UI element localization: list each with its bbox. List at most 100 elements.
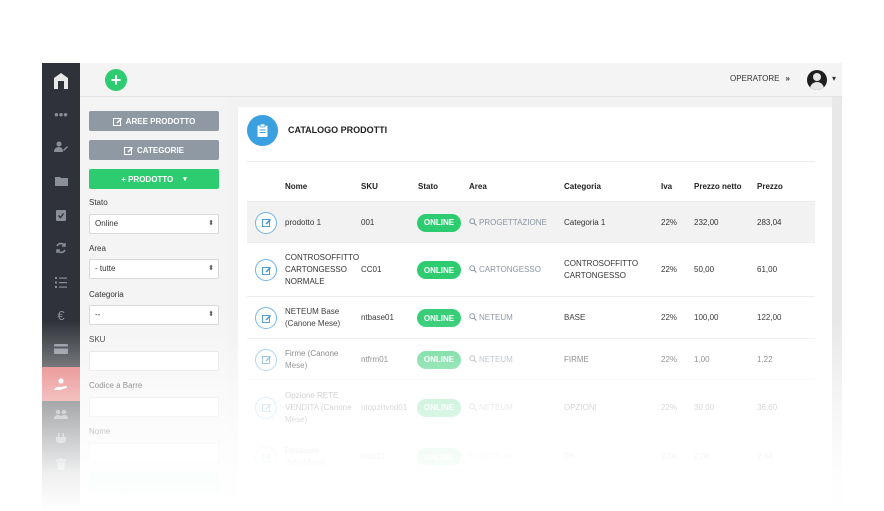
sku-input[interactable] bbox=[89, 351, 219, 371]
euro-icon[interactable]: € bbox=[42, 304, 80, 326]
search-icon bbox=[469, 452, 477, 460]
app-window: ••• € + OPERATORE » ▾ AREE PRODOTTO CATE… bbox=[42, 63, 842, 511]
search-icon bbox=[469, 217, 477, 226]
col-header-area[interactable]: Area bbox=[469, 182, 487, 191]
cell-sku: CC01 bbox=[361, 265, 382, 274]
cell-iva: 22% bbox=[661, 313, 678, 322]
cell-prezzo-netto: 232,00 bbox=[694, 217, 719, 227]
cell-prezzo: 61,00 bbox=[757, 265, 778, 274]
area-value: NETEUM bbox=[479, 452, 513, 461]
status-badge: ONLINE bbox=[417, 448, 461, 466]
divider bbox=[247, 161, 815, 162]
cell-area[interactable]: CARTONGESSO bbox=[469, 264, 561, 276]
add-prodotto-button[interactable]: + PRODOTTO ▾ bbox=[89, 169, 219, 189]
cell-sku: ntbase01 bbox=[361, 313, 394, 322]
sku-label: SKU bbox=[89, 335, 106, 344]
credit-card-icon[interactable] bbox=[42, 338, 80, 360]
col-header-iva[interactable]: Iva bbox=[661, 182, 672, 191]
cell-iva: 22% bbox=[661, 402, 678, 412]
clipboard-check-icon[interactable] bbox=[42, 204, 80, 226]
cell-categoria: BASE bbox=[564, 313, 586, 322]
folder-icon[interactable] bbox=[42, 170, 80, 192]
cell-area[interactable]: NETEUM bbox=[469, 312, 561, 324]
list-ordered-icon[interactable] bbox=[42, 271, 80, 293]
select-arrows-icon: ⬍ bbox=[208, 220, 214, 227]
clipboard-icon bbox=[247, 115, 278, 146]
area-value: NETEUM bbox=[479, 313, 513, 322]
chevron-down-icon[interactable]: ▾ bbox=[832, 74, 836, 83]
cell-area[interactable]: PROGETTAZIONE bbox=[469, 217, 561, 229]
cell-iva: 22% bbox=[661, 265, 678, 274]
nome-input[interactable] bbox=[89, 443, 219, 463]
trash-icon[interactable] bbox=[42, 453, 80, 475]
categoria-select[interactable]: -- ⬍ bbox=[89, 305, 219, 325]
operator-menu[interactable]: OPERATORE » bbox=[730, 74, 790, 83]
stato-value: Online bbox=[95, 219, 119, 228]
col-header-stato[interactable]: Stato bbox=[418, 182, 438, 191]
avatar[interactable] bbox=[807, 70, 827, 90]
table-row[interactable]: Database (Info/Mese) ntdb01 DB 22% 2,00 2,44 O… bbox=[247, 434, 815, 478]
table-row[interactable]: prodotto 1 001 Categoria 1 22% 232,00 283,04 O… bbox=[247, 201, 815, 242]
users-icon[interactable] bbox=[42, 403, 80, 425]
search-button[interactable] bbox=[89, 473, 219, 493]
col-header-prezzo[interactable]: Prezzo bbox=[757, 182, 783, 191]
refresh-icon[interactable] bbox=[42, 237, 80, 259]
status-badge: ONLINE bbox=[417, 398, 461, 417]
categoria-value: -- bbox=[95, 310, 101, 319]
caret-down-icon: ▾ bbox=[183, 176, 187, 183]
select-arrows-icon: ⬍ bbox=[208, 265, 214, 272]
double-chevron-icon: » bbox=[785, 74, 790, 83]
page-title: CATALOGO PRODOTTI bbox=[288, 125, 388, 135]
search-icon bbox=[469, 354, 477, 363]
more-icon[interactable]: ••• bbox=[42, 103, 80, 125]
col-header-nome[interactable]: Nome bbox=[285, 182, 307, 191]
add-button[interactable]: + bbox=[105, 69, 127, 91]
edit-icon[interactable] bbox=[255, 396, 277, 419]
edit-icon[interactable] bbox=[255, 307, 277, 329]
cell-categoria: Categoria 1 bbox=[564, 217, 606, 227]
logo-icon[interactable] bbox=[51, 71, 71, 91]
cell-nome: Firme (Canone Mese) bbox=[285, 348, 339, 370]
cell-categoria: DB bbox=[564, 452, 576, 461]
edit-icon[interactable] bbox=[255, 348, 277, 371]
cell-nome: Database (Info/Mese) bbox=[285, 446, 326, 467]
scrollbar[interactable] bbox=[832, 97, 842, 511]
edit-icon[interactable] bbox=[255, 211, 277, 234]
search-icon bbox=[469, 265, 477, 273]
area-value: CARTONGESSO bbox=[479, 265, 541, 274]
cell-area[interactable]: NETEUM bbox=[469, 402, 561, 414]
cell-iva: 22% bbox=[661, 452, 678, 461]
stato-select[interactable]: Online ⬍ bbox=[89, 214, 219, 234]
codice-barre-input[interactable] bbox=[89, 397, 219, 417]
col-header-sku[interactable]: SKU bbox=[361, 182, 378, 191]
user-hand-icon[interactable] bbox=[42, 367, 80, 401]
select-arrows-icon: ⬍ bbox=[208, 311, 214, 318]
edit-icon[interactable] bbox=[255, 446, 277, 468]
aree-prodotto-button[interactable]: AREE PRODOTTO bbox=[89, 111, 219, 131]
user-edit-icon[interactable] bbox=[42, 136, 80, 158]
col-header-prezzo-netto[interactable]: Prezzo netto bbox=[694, 182, 742, 191]
col-header-categoria[interactable]: Categoria bbox=[564, 182, 601, 191]
area-value: NETEUM bbox=[479, 402, 513, 412]
status-badge: ONLINE bbox=[417, 213, 461, 232]
cell-prezzo: 122,00 bbox=[757, 313, 782, 322]
area-select[interactable]: - tutte ⬍ bbox=[89, 259, 219, 279]
cell-sku: ntfrm01 bbox=[361, 354, 389, 364]
cell-prezzo: 2,44 bbox=[757, 452, 773, 461]
table-row[interactable]: NETEUM Base (Canone Mese) ntbase01 BASE 22%… bbox=[247, 296, 815, 338]
status-badge: ONLINE bbox=[417, 309, 461, 327]
cell-nome: prodotto 1 bbox=[285, 217, 322, 227]
status-badge: ONLINE bbox=[417, 350, 461, 369]
search-icon bbox=[469, 313, 477, 321]
codice-barre-label: Codice a Barre bbox=[89, 381, 143, 390]
table-row[interactable]: Opzione RETE VENDITA (Canone Mese) ntopzr… bbox=[247, 379, 815, 434]
edit-icon[interactable] bbox=[255, 259, 277, 281]
plug-icon[interactable] bbox=[42, 428, 80, 450]
cell-iva: 22% bbox=[661, 354, 678, 364]
table-row[interactable]: CONTROSOFFITTO CARTONGESSO NORMALE CC01 CO… bbox=[247, 242, 815, 296]
cell-area[interactable]: NETEUM bbox=[469, 451, 561, 463]
categorie-button[interactable]: CATEGORIE bbox=[89, 140, 219, 160]
edit-icon bbox=[112, 117, 122, 126]
table-row[interactable]: Firme (Canone Mese) ntfrm01 FIRME 22% 1,00 1,… bbox=[247, 338, 815, 379]
cell-area[interactable]: NETEUM bbox=[469, 354, 561, 366]
